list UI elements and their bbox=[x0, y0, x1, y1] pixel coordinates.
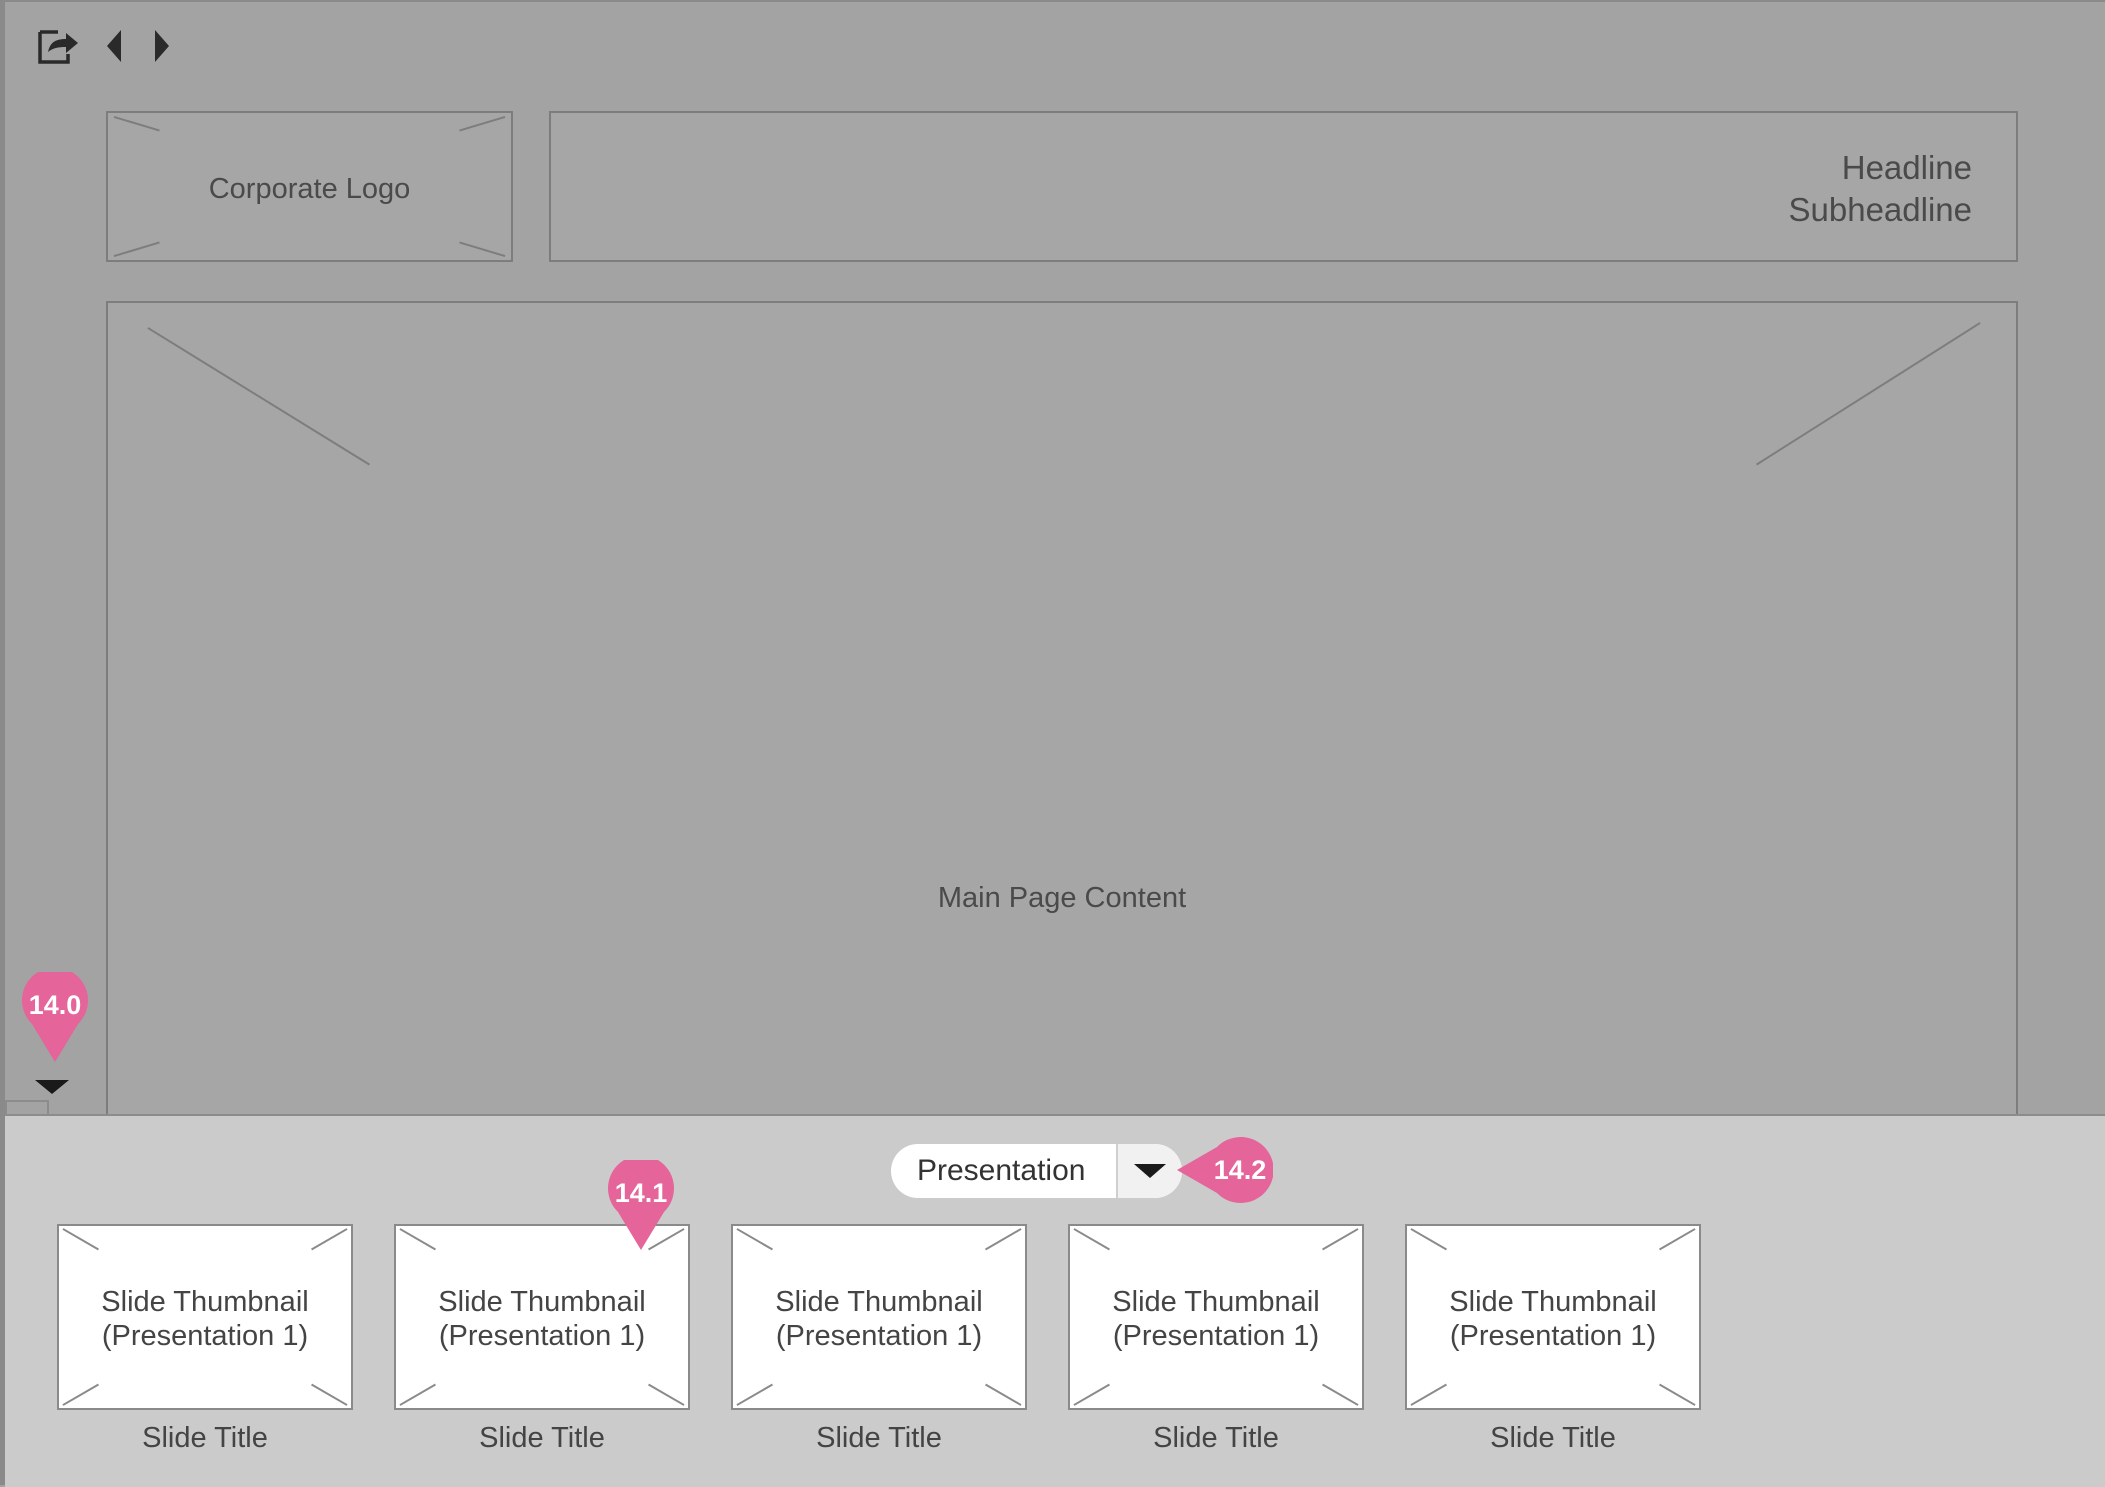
slide-title: Slide Title bbox=[816, 1422, 942, 1454]
thumbnail-strip: Slide Thumbnail (Presentation 1) Slide T… bbox=[57, 1224, 1701, 1455]
thumbnail-card: Slide Thumbnail (Presentation 1) bbox=[1068, 1224, 1364, 1410]
logo-label: Corporate Logo bbox=[208, 173, 411, 205]
drawer-tab[interactable] bbox=[5, 1100, 49, 1114]
caret-down-icon bbox=[35, 1080, 69, 1094]
presentation-select[interactable]: Presentation bbox=[891, 1144, 1182, 1198]
thumbnail-label: Slide Thumbnail bbox=[101, 1286, 309, 1318]
annotation-marker-14-0: 14.0 bbox=[22, 972, 88, 1064]
thumbnail-label: Slide Thumbnail bbox=[438, 1286, 646, 1318]
slide-thumbnail[interactable]: Slide Thumbnail (Presentation 1) Slide T… bbox=[1068, 1224, 1364, 1455]
thumbnail-presentation: (Presentation 1) bbox=[101, 1320, 309, 1352]
annotation-marker-14-1: 14.1 bbox=[608, 1160, 674, 1252]
annotation-number: 14.1 bbox=[614, 1178, 668, 1208]
image-placeholder-icon bbox=[147, 322, 1981, 466]
thumbnail-card: Slide Thumbnail (Presentation 1) bbox=[57, 1224, 353, 1410]
thumbnail-presentation: (Presentation 1) bbox=[1449, 1320, 1657, 1352]
slide-title: Slide Title bbox=[142, 1422, 268, 1454]
thumbnail-label: Slide Thumbnail bbox=[775, 1286, 983, 1318]
slide-thumbnail[interactable]: Slide Thumbnail (Presentation 1) Slide T… bbox=[1405, 1224, 1701, 1455]
presentation-select-value: Presentation bbox=[917, 1154, 1086, 1187]
main-content-placeholder: Main Page Content bbox=[106, 301, 2018, 1116]
thumbnail-label: Slide Thumbnail bbox=[1112, 1286, 1320, 1318]
annotation-number: 14.2 bbox=[1213, 1155, 1267, 1185]
export-icon bbox=[38, 30, 78, 64]
headline-area: Headline Subheadline bbox=[549, 111, 2018, 262]
previous-button[interactable] bbox=[100, 24, 128, 68]
corporate-logo-placeholder: Corporate Logo bbox=[106, 111, 513, 262]
thumbnail-presentation: (Presentation 1) bbox=[1112, 1320, 1320, 1352]
export-button[interactable] bbox=[36, 24, 80, 68]
thumbnail-label: Slide Thumbnail bbox=[1449, 1286, 1657, 1318]
thumbnail-card: Slide Thumbnail (Presentation 1) bbox=[731, 1224, 1027, 1410]
slide-thumbnail[interactable]: Slide Thumbnail (Presentation 1) Slide T… bbox=[57, 1224, 353, 1455]
next-button[interactable] bbox=[148, 24, 176, 68]
subheadline: Subheadline bbox=[1788, 191, 1973, 228]
drawer-toggle-button[interactable] bbox=[34, 1076, 70, 1098]
slide-title: Slide Title bbox=[1153, 1422, 1279, 1454]
annotation-marker-14-2: 14.2 bbox=[1177, 1137, 1273, 1203]
next-icon bbox=[155, 30, 169, 62]
caret-down-icon bbox=[1134, 1164, 1166, 1178]
thumbnail-presentation: (Presentation 1) bbox=[438, 1320, 646, 1352]
slide-thumbnail[interactable]: Slide Thumbnail (Presentation 1) Slide T… bbox=[394, 1224, 690, 1455]
annotation-number: 14.0 bbox=[28, 990, 82, 1020]
thumbnail-card: Slide Thumbnail (Presentation 1) bbox=[1405, 1224, 1701, 1410]
headline: Headline bbox=[1841, 149, 1972, 186]
main-content-label: Main Page Content bbox=[937, 882, 1187, 914]
slide-thumbnail[interactable]: Slide Thumbnail (Presentation 1) Slide T… bbox=[731, 1224, 1027, 1455]
previous-icon bbox=[107, 30, 121, 62]
select-arrow-button[interactable] bbox=[1116, 1144, 1182, 1198]
slide-title: Slide Title bbox=[479, 1422, 605, 1454]
toolbar bbox=[36, 24, 176, 68]
thumbnail-presentation: (Presentation 1) bbox=[775, 1320, 983, 1352]
slide-title: Slide Title bbox=[1490, 1422, 1616, 1454]
